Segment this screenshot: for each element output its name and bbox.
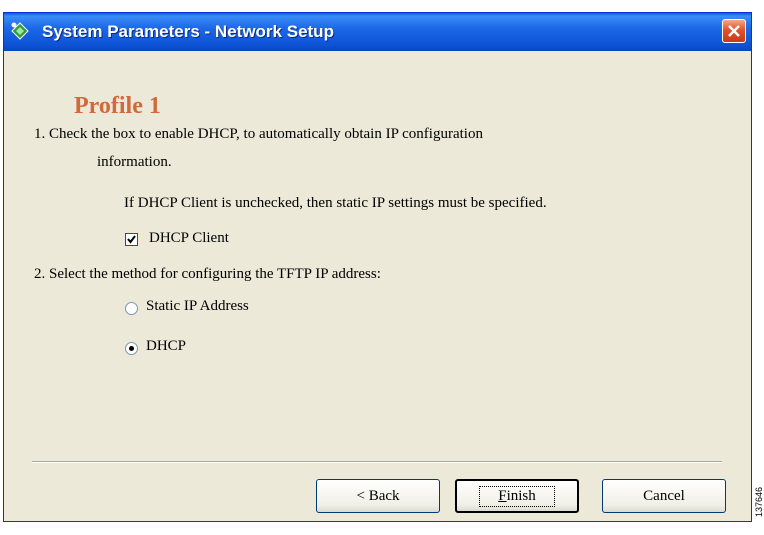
back-button-label: < Back: [356, 487, 400, 504]
window-title: System Parameters - Network Setup: [42, 22, 334, 41]
close-button[interactable]: [722, 19, 746, 43]
network-setup-icon: [10, 21, 30, 41]
finish-button-label: Finish: [479, 485, 555, 507]
step2-instruction: 2. Select the method for configuring the…: [34, 266, 381, 282]
profile-title: Profile 1: [74, 93, 161, 119]
dialog-window: System Parameters - Network Setup Profil…: [3, 12, 752, 522]
dhcp-client-label[interactable]: DHCP Client: [149, 230, 229, 247]
static-ip-radio[interactable]: [125, 302, 138, 315]
footer-separator: [32, 461, 722, 463]
back-button[interactable]: < Back: [316, 479, 440, 513]
cancel-button-label: Cancel: [643, 487, 685, 504]
dhcp-radio[interactable]: [125, 342, 138, 355]
radio-selected-dot: [129, 346, 134, 351]
checkmark-icon: [127, 235, 136, 244]
figure-id-mark: 137646: [754, 486, 764, 517]
step1-instruction-continued: information.: [97, 154, 172, 170]
dhcp-client-checkbox[interactable]: [125, 233, 138, 246]
static-ip-label[interactable]: Static IP Address: [146, 298, 249, 315]
step1-instruction: 1. Check the box to enable DHCP, to auto…: [34, 126, 483, 142]
finish-button[interactable]: Finish: [455, 479, 579, 513]
title-bar[interactable]: System Parameters - Network Setup: [4, 13, 751, 51]
step1-note: If DHCP Client is unchecked, then static…: [124, 195, 547, 211]
cancel-button[interactable]: Cancel: [602, 479, 726, 513]
dhcp-radio-label[interactable]: DHCP: [146, 338, 186, 355]
close-icon: [728, 25, 740, 37]
